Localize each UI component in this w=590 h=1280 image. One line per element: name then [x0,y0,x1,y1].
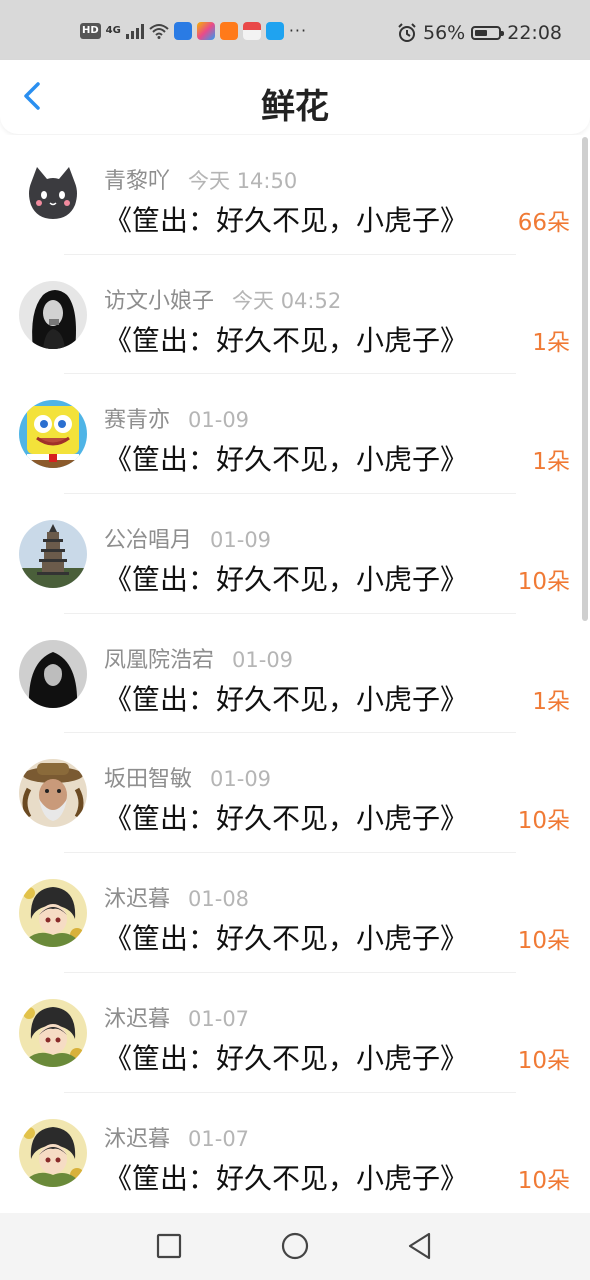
flower-count: 10朵 [517,1167,570,1194]
app-notification-icon [219,22,238,40]
book-title: 《筐出：好久不见，小虎子》 [104,323,469,357]
book-title: 《筐出：好久不见，小虎子》 [104,204,469,237]
user-name[interactable]: 青黎吖 今天 14:50 [104,163,297,195]
scrollbar[interactable] [582,137,588,621]
page-title: 鲜花 [261,87,329,127]
bw-girl-avatar[interactable] [19,280,87,349]
top-app-bar: 鲜花 [0,60,590,134]
system-navigation-bar [0,1213,590,1280]
timestamp: 今天 14:50 [188,169,298,193]
book-title: 《筐出：好久不见，小虎子》 [104,682,469,716]
book-title: 《筐出：好久不见，小虎子》 [104,1041,469,1075]
status-bar: HD 4G ··· 56% 22:08 [0,0,590,60]
wifi-icon [149,24,169,39]
flower-count: 10朵 [517,569,570,596]
system-back-button[interactable] [405,1231,435,1261]
list-item[interactable]: 赛青亦 01-09 《筐出：好久不见，小虎子》 1朵 [0,374,590,495]
battery-percent: 56% [423,22,466,44]
timestamp: 01-09 [210,528,272,553]
circle-icon [281,1232,309,1260]
list-item[interactable]: 沐迟暮 01-08 《筐出：好久不见，小虎子》 10朵 [0,853,590,973]
timestamp: 01-09 [210,767,272,792]
timestamp: 01-07 [188,1006,250,1031]
status-icons-right: 56% 22:08 [397,22,562,44]
home-button[interactable] [280,1231,310,1261]
user-name[interactable]: 公冶唱月 01-09 [104,522,271,554]
battery-icon [471,26,505,40]
book-title: 《筐出：好久不见，小虎子》 [104,1161,469,1195]
list-item[interactable]: 公冶唱月 01-09 《筐出：好久不见，小虎子》 10朵 [0,494,590,614]
book-title: 《筐出：好久不见，小虎子》 [104,443,469,477]
user-name[interactable]: 赛青亦 01-09 [104,402,249,434]
hat-man-avatar[interactable] [19,759,87,828]
square-icon [156,1233,182,1259]
list-item[interactable]: 沐迟暮 01-07 《筐出：好久不见，小虎子》 10朵 [0,973,590,1093]
flower-count: 1朵 [532,329,570,356]
app-notification-icon [196,22,215,40]
user-name[interactable]: 凤凰院浩宕 01-09 [104,642,293,674]
clock: 22:08 [507,22,562,44]
list-item[interactable]: 坂田智敏 01-09 《筐出：好久不见，小虎子》 10朵 [0,733,590,854]
alarm-icon [398,23,416,42]
timestamp: 今天 04:52 [232,288,342,313]
book-title: 《筐出：好久不见，小虎子》 [104,802,469,836]
anime-avatar[interactable] [19,879,87,948]
user-name[interactable]: 坂田智敏 01-09 [104,761,271,793]
spongebob-avatar[interactable] [19,400,87,469]
app-notification-icon [242,22,261,40]
flower-count: 10朵 [517,1047,570,1074]
flower-count: 10朵 [517,808,570,835]
dark-portrait-avatar[interactable] [19,639,87,708]
timestamp: 01-09 [188,408,250,433]
book-title: 《筐出：好久不见，小虎子》 [104,922,469,956]
anime-avatar[interactable] [19,1118,87,1187]
app-notification-icon [173,22,192,40]
search-app-icon [265,22,284,40]
book-title: 《筐出：好久不见，小虎子》 [104,563,469,597]
flower-count: 1朵 [532,688,570,715]
anime-avatar[interactable] [19,998,87,1067]
flower-gift-list[interactable]: 青黎吖 今天 14:50 《筐出：好久不见，小虎子》 66朵 访文小娘子 今天 04… [0,135,590,1213]
timestamp: 01-07 [188,1126,250,1151]
cat-avatar[interactable] [19,161,87,229]
timestamp: 01-09 [232,647,294,672]
triangle-back-icon [408,1232,431,1260]
network-type: 4G [105,25,121,36]
timestamp: 01-08 [188,887,250,912]
user-name[interactable]: 沐迟暮 01-07 [104,1121,249,1153]
pagoda-avatar[interactable] [19,520,87,589]
status-icons-left: HD 4G ··· [80,22,307,40]
hd-indicator: HD [80,23,101,39]
flower-count: 1朵 [532,449,570,476]
list-item[interactable]: 凤凰院浩宕 01-09 《筐出：好久不见，小虎子》 1朵 [0,614,590,734]
flower-count: 10朵 [517,928,570,955]
user-name[interactable]: 沐迟暮 01-07 [104,1001,249,1033]
list-item[interactable]: 访文小娘子 今天 04:52 《筐出：好久不见，小虎子》 1朵 [0,255,590,375]
flower-count: 66朵 [517,210,570,236]
more-notifications-icon: ··· [288,21,308,40]
recent-apps-button[interactable] [154,1231,184,1261]
user-name[interactable]: 沐迟暮 01-08 [104,881,249,913]
signal-icon [125,23,144,39]
user-name[interactable]: 访文小娘子 今天 04:52 [104,283,341,315]
list-item[interactable]: 沐迟暮 01-07 《筐出：好久不见，小虎子》 10朵 [0,1093,590,1213]
list-item[interactable]: 青黎吖 今天 14:50 《筐出：好久不见，小虎子》 66朵 [0,135,590,255]
